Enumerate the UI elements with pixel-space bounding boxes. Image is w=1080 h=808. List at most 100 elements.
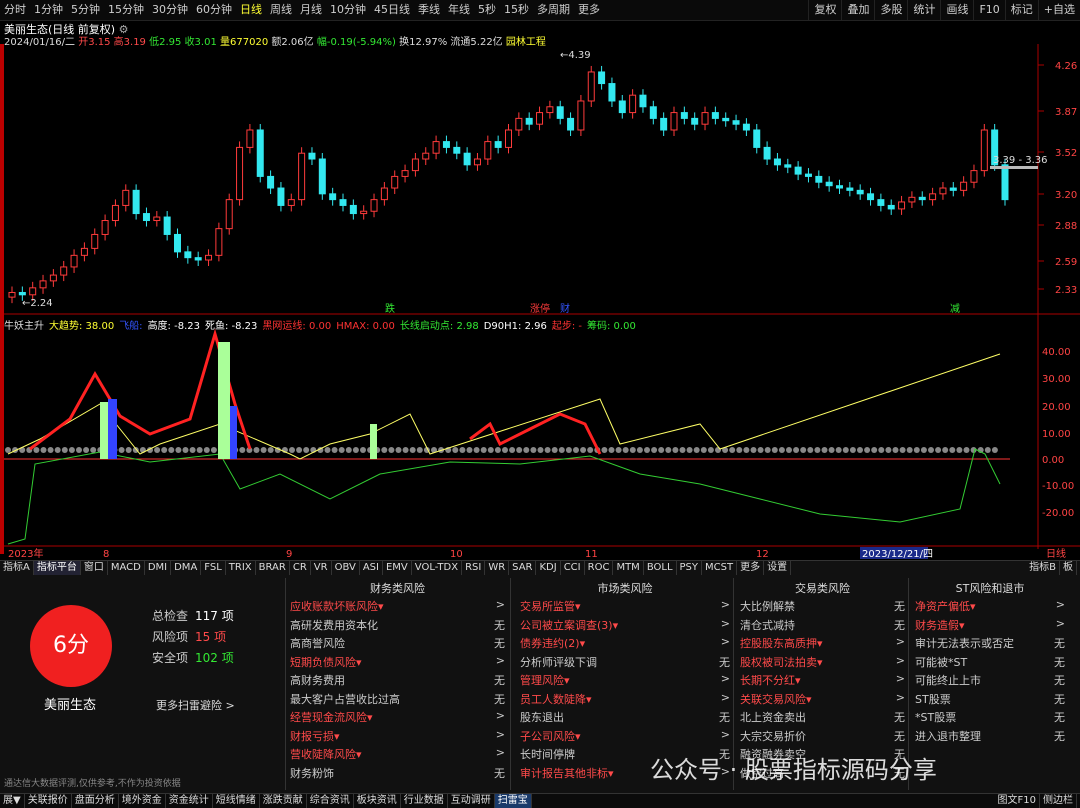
toolbar-button[interactable]: 标记 <box>1004 0 1038 20</box>
risk-row[interactable]: 财务造假▾ > <box>915 617 1065 633</box>
period-tab[interactable]: 分时 <box>0 0 30 20</box>
indicator-tab[interactable]: FSL <box>201 561 226 575</box>
risk-row[interactable]: 短期负债风险▾ > <box>290 654 505 670</box>
more-scan-link[interactable]: 更多扫雷避险 > <box>156 697 235 713</box>
indicator-tab[interactable]: KDJ <box>536 561 561 575</box>
indicator-tab[interactable]: ASI <box>360 561 383 575</box>
bottom-tab[interactable]: 行业数据 <box>401 794 448 808</box>
risk-row[interactable]: 可能被*ST 无 <box>915 654 1065 670</box>
period-tab[interactable]: 15秒 <box>500 0 533 20</box>
toolbar-button[interactable]: 画线 <box>940 0 973 20</box>
risk-row[interactable]: 经营现金流风险▾ > <box>290 709 505 725</box>
risk-row[interactable]: 长期不分红▾ > <box>740 672 905 688</box>
indicator-tab[interactable]: ROC <box>585 561 614 575</box>
indicator-tab[interactable]: 窗口 <box>81 561 108 575</box>
risk-row[interactable]: 高商誉风险 无 <box>290 635 505 651</box>
risk-row[interactable]: 清仓式减持 无 <box>740 617 905 633</box>
risk-row[interactable]: 关联交易风险▾ > <box>740 691 905 707</box>
toolbar-button[interactable]: 复权 <box>808 0 841 20</box>
indicator-tab[interactable]: RSI <box>462 561 486 575</box>
bottom-tab[interactable]: 图文F10 <box>995 794 1040 808</box>
indicator-tab[interactable]: OBV <box>332 561 360 575</box>
period-tab[interactable]: 季线 <box>414 0 444 20</box>
risk-row[interactable]: 最大客户占营收比过高 无 <box>290 691 505 707</box>
risk-row[interactable]: 高财务费用 无 <box>290 672 505 688</box>
indicator-tab[interactable]: SAR <box>509 561 537 575</box>
bottom-tab[interactable]: 侧边栏 <box>1040 794 1077 808</box>
indicator-tab[interactable]: 指标A <box>0 561 34 575</box>
risk-row[interactable]: 净资产偏低▾ > <box>915 598 1065 614</box>
indicator-tab[interactable]: 指标平台 <box>33 561 81 575</box>
bottom-tab[interactable]: 涨跌贡献 <box>260 794 307 808</box>
period-tab[interactable]: 10分钟 <box>326 0 370 20</box>
toolbar-button[interactable]: 叠加 <box>841 0 874 20</box>
toolbar-button[interactable]: +自选 <box>1037 0 1080 20</box>
indicator-tab[interactable]: MTM <box>613 561 644 575</box>
indicator-tab[interactable]: VR <box>311 561 332 575</box>
period-tab[interactable]: 45日线 <box>370 0 414 20</box>
indicator-tab[interactable]: MCST <box>702 561 738 575</box>
bottom-tab[interactable]: 综合资讯 <box>307 794 354 808</box>
indicator-tab[interactable]: 指标B <box>1026 561 1060 575</box>
period-tab[interactable]: 5秒 <box>474 0 500 20</box>
indicator-tab[interactable]: 更多 <box>737 561 765 575</box>
bottom-tab[interactable]: 资金统计 <box>166 794 213 808</box>
indicator-tab[interactable]: CR <box>290 561 311 575</box>
bottom-tab[interactable]: 展▼ <box>0 794 25 808</box>
risk-row[interactable]: 财报亏损▾ > <box>290 728 505 744</box>
risk-row[interactable]: 子公司风险▾ > <box>520 728 730 744</box>
risk-row[interactable]: 控股股东高质押▾ > <box>740 635 905 651</box>
toolbar-button[interactable]: 多股 <box>874 0 907 20</box>
period-tab[interactable]: 15分钟 <box>104 0 148 20</box>
period-tab[interactable]: 周线 <box>266 0 296 20</box>
period-tab[interactable]: 多周期 <box>533 0 574 20</box>
risk-row[interactable]: 北上资金卖出 无 <box>740 709 905 725</box>
indicator-tab[interactable]: EMV <box>383 561 412 575</box>
indicator-tab[interactable]: 板 <box>1060 561 1077 575</box>
risk-row[interactable]: 财务粉饰 无 <box>290 765 505 781</box>
kline-chart[interactable]: 4.26 3.87 3.52 3.20 2.88 2.59 2.33 40.00 30.00 20… <box>0 44 1080 560</box>
period-tab[interactable]: 更多 <box>574 0 604 20</box>
period-tab[interactable]: 30分钟 <box>148 0 192 20</box>
indicator-tab[interactable]: BRAR <box>256 561 290 575</box>
indicator-tab[interactable]: BOLL <box>644 561 677 575</box>
risk-row[interactable]: 公司被立案调查(3)▾ > <box>520 617 730 633</box>
risk-row[interactable]: 审计无法表示或否定 无 <box>915 635 1065 651</box>
indicator-tab[interactable]: VOL-TDX <box>412 561 463 575</box>
risk-row[interactable]: 营收陡降风险▾ > <box>290 746 505 762</box>
indicator-tab[interactable]: MACD <box>108 561 145 575</box>
toolbar-button[interactable]: F10 <box>973 0 1004 20</box>
indicator-tab[interactable]: CCI <box>561 561 585 575</box>
risk-row[interactable]: 债券违约(2)▾ > <box>520 635 730 651</box>
risk-row[interactable]: ST股票 无 <box>915 691 1065 707</box>
risk-row[interactable]: 可能终止上市 无 <box>915 672 1065 688</box>
period-tab[interactable]: 5分钟 <box>67 0 104 20</box>
risk-row[interactable]: 大比例解禁 无 <box>740 598 905 614</box>
risk-row[interactable]: 交易所监管▾ > <box>520 598 730 614</box>
risk-row[interactable]: 员工人数陡降▾ > <box>520 691 730 707</box>
toolbar-button[interactable]: 统计 <box>907 0 940 20</box>
risk-row[interactable]: 大宗交易折价 无 <box>740 728 905 744</box>
bottom-tab[interactable]: 关联报价 <box>25 794 72 808</box>
period-tab[interactable]: 60分钟 <box>192 0 236 20</box>
risk-row[interactable]: 分析师评级下调 无 <box>520 654 730 670</box>
risk-row[interactable]: *ST股票 无 <box>915 709 1065 725</box>
bottom-tab[interactable]: 短线情绪 <box>213 794 260 808</box>
period-tab[interactable]: 日线 <box>236 0 266 20</box>
bottom-tab[interactable]: 盘面分析 <box>72 794 119 808</box>
risk-row[interactable]: 管理风险▾ > <box>520 672 730 688</box>
indicator-tab[interactable]: WR <box>485 561 510 575</box>
indicator-tab[interactable]: 设置 <box>764 561 792 575</box>
bottom-tab[interactable]: 扫雷宝 <box>494 794 532 808</box>
indicator-tab[interactable]: DMA <box>171 561 202 575</box>
indicator-tab[interactable]: PSY <box>677 561 703 575</box>
risk-row[interactable]: 进入退市整理 无 <box>915 728 1065 744</box>
indicator-tab[interactable]: DMI <box>145 561 172 575</box>
risk-row[interactable]: 股权被司法拍卖▾ > <box>740 654 905 670</box>
indicator-tab[interactable]: TRIX <box>226 561 256 575</box>
risk-row[interactable]: 高研发费用资本化 无 <box>290 617 505 633</box>
risk-row[interactable]: 应收账款坏账风险▾ > <box>290 598 505 614</box>
bottom-tab[interactable]: 境外资金 <box>119 794 166 808</box>
bottom-tab[interactable]: 板块资讯 <box>354 794 401 808</box>
period-tab[interactable]: 月线 <box>296 0 326 20</box>
